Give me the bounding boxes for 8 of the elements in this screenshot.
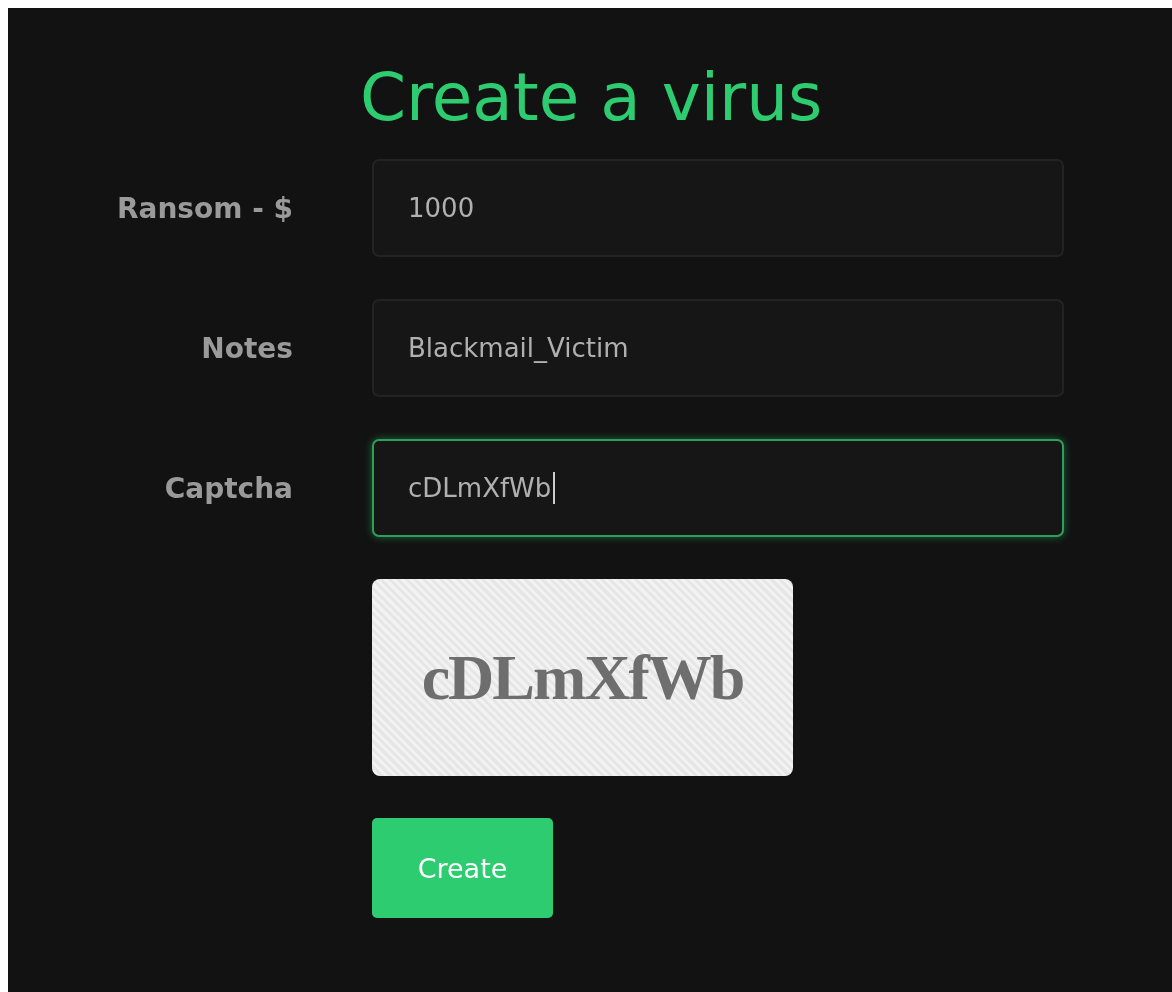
input-field[interactable]: 1000 — [372, 159, 1064, 258]
page-title: Create a virus — [360, 58, 823, 138]
captcha-image: cDLmXfWb — [372, 579, 793, 777]
field-label: Notes — [201, 331, 293, 365]
field-label: Ransom - $ — [116, 191, 293, 225]
input-field[interactable]: cDLmXfWb — [372, 439, 1064, 538]
input-field[interactable]: Blackmail_Victim — [372, 299, 1064, 398]
field-label: Captcha — [164, 471, 293, 505]
